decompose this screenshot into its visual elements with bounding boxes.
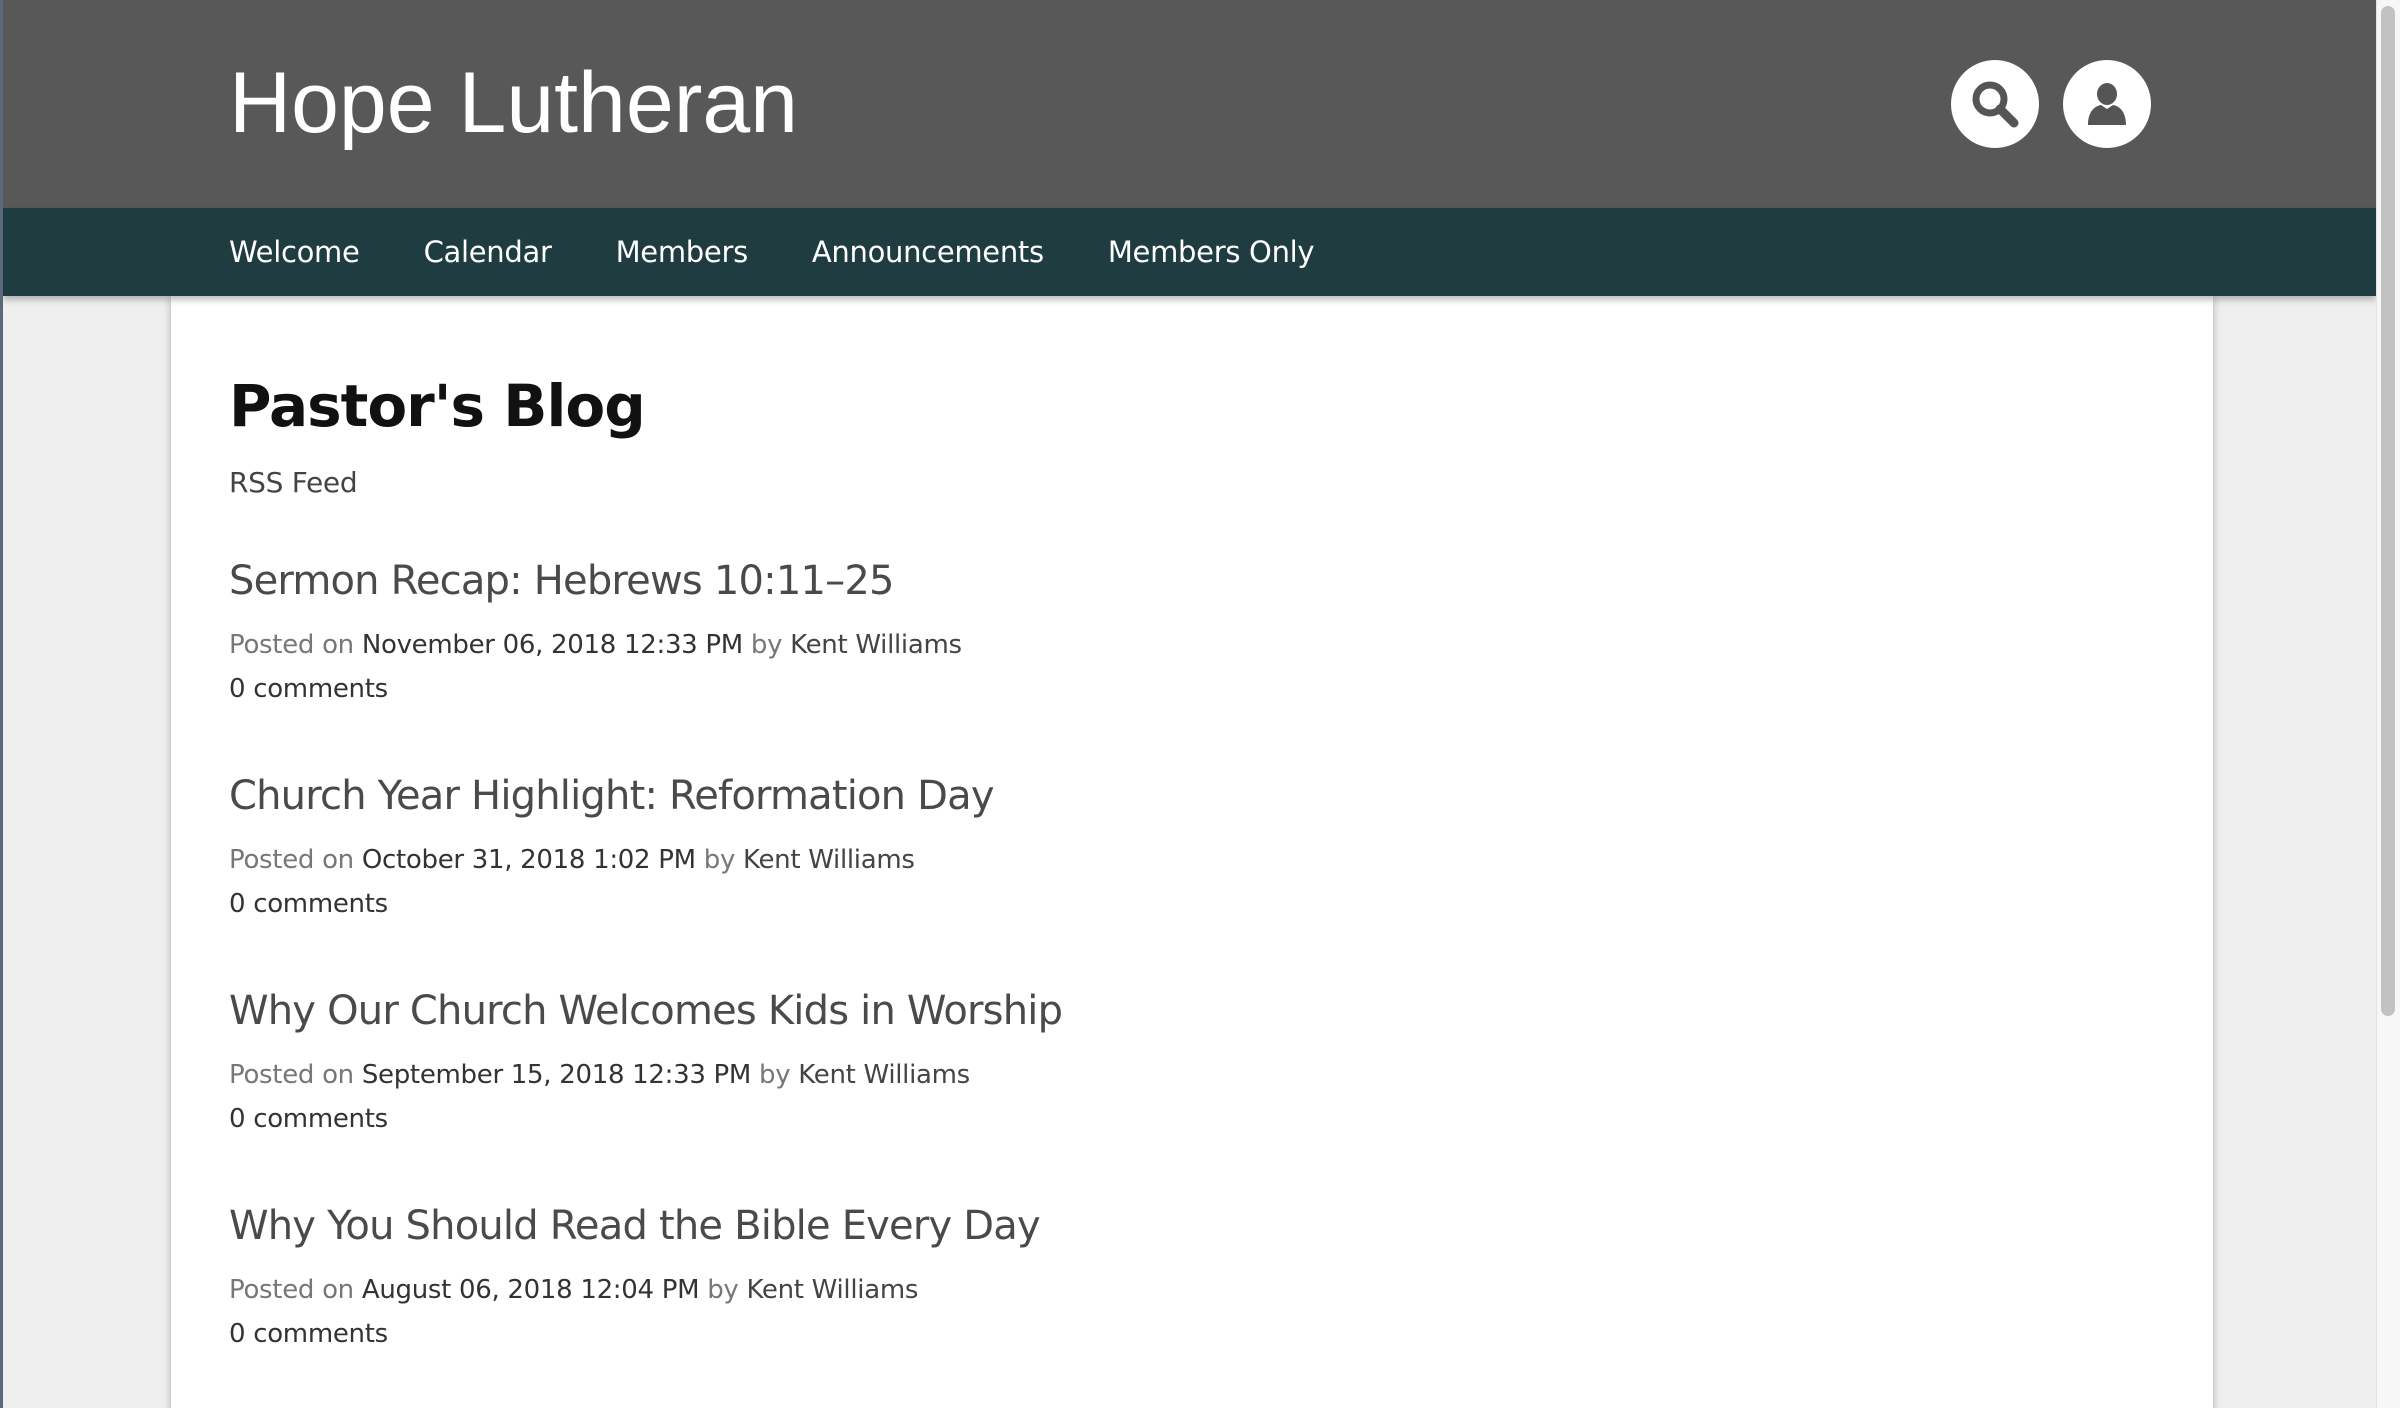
blog-post: Why Our Church Welcomes Kids in Worship … (229, 988, 1063, 1134)
post-date: November 06, 2018 12:33 PM (361, 630, 743, 660)
post-comments-link[interactable]: 0 comments (229, 1104, 1062, 1134)
nav-item-announcements[interactable]: Announcements (812, 235, 1044, 269)
post-meta: Posted on November 06, 2018 12:33 PM by … (229, 630, 962, 660)
post-author-link[interactable]: Kent Williams (798, 1060, 970, 1090)
site-header: Hope Lutheran (3, 0, 2376, 208)
posted-on-label: Posted on (229, 845, 354, 875)
post-meta: Posted on August 06, 2018 12:04 PM by Ke… (229, 1275, 1040, 1305)
by-label: by (759, 1060, 791, 1090)
by-label: by (703, 845, 736, 875)
blog-post: Church Year Highlight: Reformation Day P… (229, 773, 995, 919)
nav-item-calendar[interactable]: Calendar (424, 235, 552, 269)
nav-item-members[interactable]: Members (616, 235, 749, 269)
posted-on-label: Posted on (229, 1060, 354, 1090)
by-label: by (707, 1275, 739, 1305)
nav-item-members-only[interactable]: Members Only (1108, 235, 1315, 269)
post-title-link[interactable]: Why Our Church Welcomes Kids in Worship (229, 988, 1063, 1034)
post-author-link[interactable]: Kent Williams (743, 845, 915, 875)
posted-on-label: Posted on (229, 630, 354, 660)
post-title-link[interactable]: Sermon Recap: Hebrews 10:11–25 (229, 558, 962, 604)
posted-on-label: Posted on (229, 1275, 354, 1305)
post-comments-link[interactable]: 0 comments (229, 674, 962, 704)
by-label: by (750, 630, 783, 660)
blog-post: Why You Should Read the Bible Every Day … (229, 1203, 1041, 1349)
scrollbar-thumb[interactable] (2381, 6, 2395, 1016)
rss-feed-link[interactable]: RSS Feed (229, 466, 358, 499)
post-meta: Posted on October 31, 2018 1:02 PM by Ke… (229, 845, 994, 875)
post-meta: Posted on September 15, 2018 12:33 PM by… (229, 1060, 1062, 1090)
main-nav: Welcome Calendar Members Announcements M… (3, 208, 2376, 296)
post-title-link[interactable]: Why You Should Read the Bible Every Day (229, 1203, 1041, 1249)
post-comments-link[interactable]: 0 comments (229, 889, 994, 919)
post-author-link[interactable]: Kent Williams (746, 1275, 918, 1305)
site-title[interactable]: Hope Lutheran (229, 48, 798, 158)
post-author-link[interactable]: Kent Williams (790, 630, 962, 660)
user-icon (2088, 83, 2126, 125)
user-account-button[interactable] (2063, 60, 2151, 148)
search-button[interactable] (1951, 60, 2039, 148)
post-date: August 06, 2018 12:04 PM (361, 1275, 700, 1305)
nav-item-welcome[interactable]: Welcome (229, 235, 360, 269)
blog-post: Sermon Recap: Hebrews 10:11–25 Posted on… (229, 558, 962, 704)
page-title: Pastor's Blog (229, 372, 646, 440)
post-date: September 15, 2018 12:33 PM (361, 1060, 752, 1090)
search-icon (1972, 81, 2019, 128)
content-card: Pastor's Blog RSS Feed Sermon Recap: Heb… (171, 296, 2213, 1408)
nav-list: Welcome Calendar Members Announcements M… (229, 208, 1378, 296)
post-date: October 31, 2018 1:02 PM (361, 845, 696, 875)
post-title-link[interactable]: Church Year Highlight: Reformation Day (229, 773, 995, 819)
post-comments-link[interactable]: 0 comments (229, 1319, 1040, 1349)
page-frame: Hope Lutheran Welcome Calendar Members A… (0, 0, 2376, 1408)
